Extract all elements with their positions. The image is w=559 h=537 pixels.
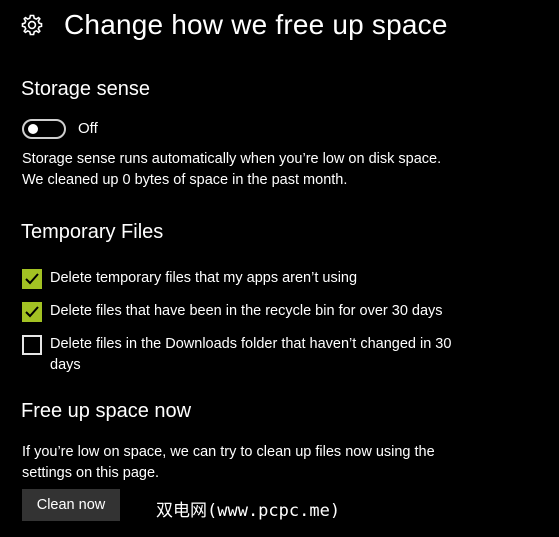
- option-delete-temp-files[interactable]: Delete temporary files that my apps aren…: [22, 269, 480, 289]
- checkbox-unchecked[interactable]: [22, 335, 42, 355]
- page-title: Change how we free up space: [64, 9, 448, 40]
- option-label: Delete files in the Downloads folder tha…: [50, 336, 452, 373]
- checkbox-checked[interactable]: [22, 302, 42, 322]
- storage-sense-description-line2: We cleaned up 0 bytes of space in the pa…: [22, 172, 348, 188]
- page-header: Change how we free up space: [20, 8, 448, 42]
- option-delete-recycle-bin[interactable]: Delete files that have been in the recyc…: [22, 302, 480, 322]
- storage-sense-heading: Storage sense: [21, 78, 150, 100]
- storage-sense-toggle[interactable]: [22, 119, 66, 139]
- storage-sense-description: Storage sense runs automatically when yo…: [22, 149, 441, 191]
- checkmark-icon: [25, 273, 39, 285]
- option-delete-downloads[interactable]: Delete files in the Downloads folder tha…: [22, 335, 480, 376]
- option-label: Delete files that have been in the recyc…: [50, 303, 443, 319]
- storage-sense-description-line1: Storage sense runs automatically when yo…: [22, 151, 442, 167]
- checkmark-icon: [25, 306, 39, 318]
- free-up-description: If you’re low on space, we can try to cl…: [22, 442, 435, 484]
- free-up-space-heading: Free up space now: [21, 400, 192, 422]
- clean-now-button[interactable]: Clean now: [22, 489, 120, 521]
- toggle-knob: [28, 124, 38, 134]
- free-up-description-line2: settings on this page.: [22, 465, 160, 481]
- gear-icon: [20, 13, 44, 37]
- free-up-description-line1: If you’re low on space, we can try to cl…: [22, 444, 435, 460]
- checkbox-checked[interactable]: [22, 269, 42, 289]
- watermark: 双电网(www.pcpc.me): [156, 501, 341, 521]
- temporary-files-heading: Temporary Files: [21, 221, 164, 243]
- option-label: Delete temporary files that my apps aren…: [50, 270, 358, 286]
- toggle-state-label: Off: [78, 120, 98, 137]
